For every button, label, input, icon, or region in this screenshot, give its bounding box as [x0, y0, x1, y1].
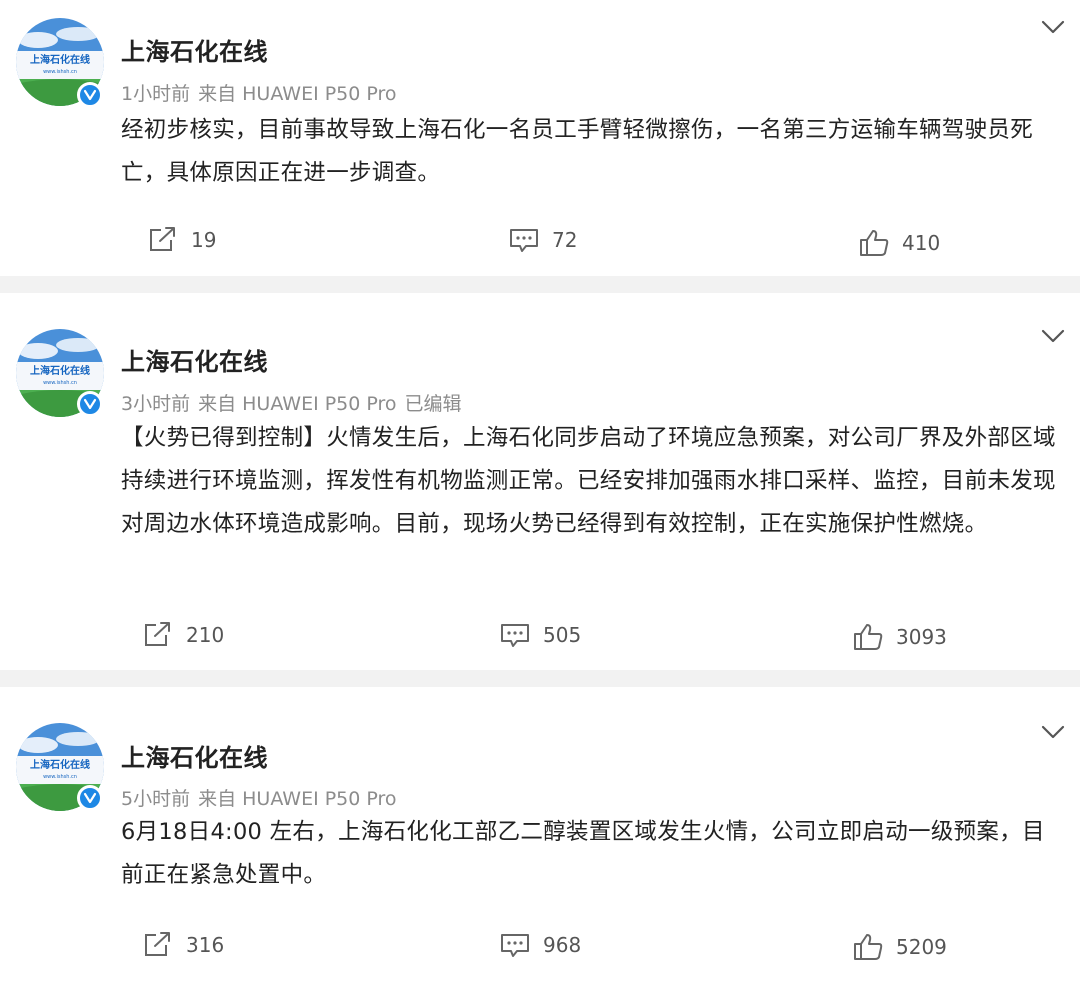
post-source: 来自 HUAWEI P50 Pro	[198, 788, 397, 810]
repost-icon	[145, 932, 170, 956]
like-count: 5209	[896, 935, 947, 959]
repost-button[interactable]: 210	[142, 621, 224, 649]
post-edited: 已编辑	[404, 393, 462, 415]
post-content: 【火势已得到控制】火情发生后，上海石化同步启动了环境应急预案，对公司厂界及外部区…	[121, 425, 1056, 537]
repost-icon	[150, 227, 175, 251]
post-username[interactable]: 上海石化在线	[121, 32, 268, 67]
repost-count: 316	[186, 933, 225, 957]
post-meta: 1小时前 来自 HUAWEI P50 Pro	[121, 79, 413, 106]
post-content: 6月18日4:00 左右，上海石化化工部乙二醇装置区域发生火情，公司立即启动一级…	[121, 819, 1045, 888]
svg-text:上海石化在线: 上海石化在线	[30, 364, 90, 377]
like-icon	[854, 624, 883, 650]
like-count: 3093	[896, 625, 947, 649]
post-card: 上海石化在线 www.ishsh.cn 上海石化在线 1小时前 来自 HUAWEI…	[0, 0, 1080, 276]
comment-button[interactable]: 968	[499, 931, 581, 959]
post-source: 来自 HUAWEI P50 Pro	[198, 83, 397, 105]
verified-icon	[77, 391, 103, 417]
svg-text:上海石化在线: 上海石化在线	[30, 758, 90, 771]
post-meta: 3小时前 来自 HUAWEI P50 Pro 已编辑	[121, 389, 470, 416]
like-button[interactable]: 410	[858, 228, 940, 258]
chevron-down-icon[interactable]	[1040, 723, 1066, 741]
comment-count: 968	[543, 933, 582, 957]
comment-icon	[510, 229, 538, 252]
like-button[interactable]: 3093	[852, 622, 947, 652]
verified-icon	[77, 82, 103, 108]
post-card: 上海石化在线 www.ishsh.cn 上海石化在线 5小时前 来自 HUAWEI…	[0, 687, 1080, 985]
repost-count: 210	[186, 623, 225, 647]
like-button[interactable]: 5209	[852, 932, 947, 962]
repost-button[interactable]: 19	[147, 226, 216, 254]
svg-text:上海石化在线: 上海石化在线	[30, 53, 90, 66]
comment-icon	[501, 934, 529, 957]
svg-text:www.ishsh.cn: www.ishsh.cn	[43, 774, 77, 780]
like-icon	[854, 934, 883, 960]
repost-count: 19	[191, 228, 217, 252]
post-content: 经初步核实，目前事故导致上海石化一名员工手臂轻微擦伤，一名第三方运输车辆驾驶员死…	[121, 117, 1034, 186]
post-time: 5小时前	[121, 788, 191, 810]
post-username[interactable]: 上海石化在线	[121, 738, 268, 773]
comment-count: 505	[543, 623, 582, 647]
svg-text:www.ishsh.cn: www.ishsh.cn	[43, 69, 77, 75]
comment-icon	[501, 624, 529, 647]
like-count: 410	[902, 231, 941, 255]
svg-text:www.ishsh.cn: www.ishsh.cn	[43, 380, 77, 386]
repost-button[interactable]: 316	[142, 931, 224, 959]
chevron-down-icon[interactable]	[1040, 18, 1066, 36]
weibo-feed: 上海石化在线 www.ishsh.cn 上海石化在线 1小时前 来自 HUAWEI…	[0, 0, 1080, 985]
repost-icon	[145, 622, 170, 646]
post-time: 3小时前	[121, 393, 191, 415]
comment-button[interactable]: 505	[499, 621, 581, 649]
chevron-down-icon[interactable]	[1040, 327, 1066, 345]
post-time: 1小时前	[121, 83, 191, 105]
comment-count: 72	[552, 228, 578, 252]
post-source: 来自 HUAWEI P50 Pro	[198, 393, 397, 415]
post-username[interactable]: 上海石化在线	[121, 342, 268, 377]
verified-icon	[77, 785, 103, 811]
comment-button[interactable]: 72	[508, 226, 577, 254]
post-card: 上海石化在线 www.ishsh.cn 上海石化在线 3小时前 来自 HUAWEI…	[0, 293, 1080, 670]
like-icon	[860, 230, 889, 256]
post-meta: 5小时前 来自 HUAWEI P50 Pro	[121, 784, 413, 811]
